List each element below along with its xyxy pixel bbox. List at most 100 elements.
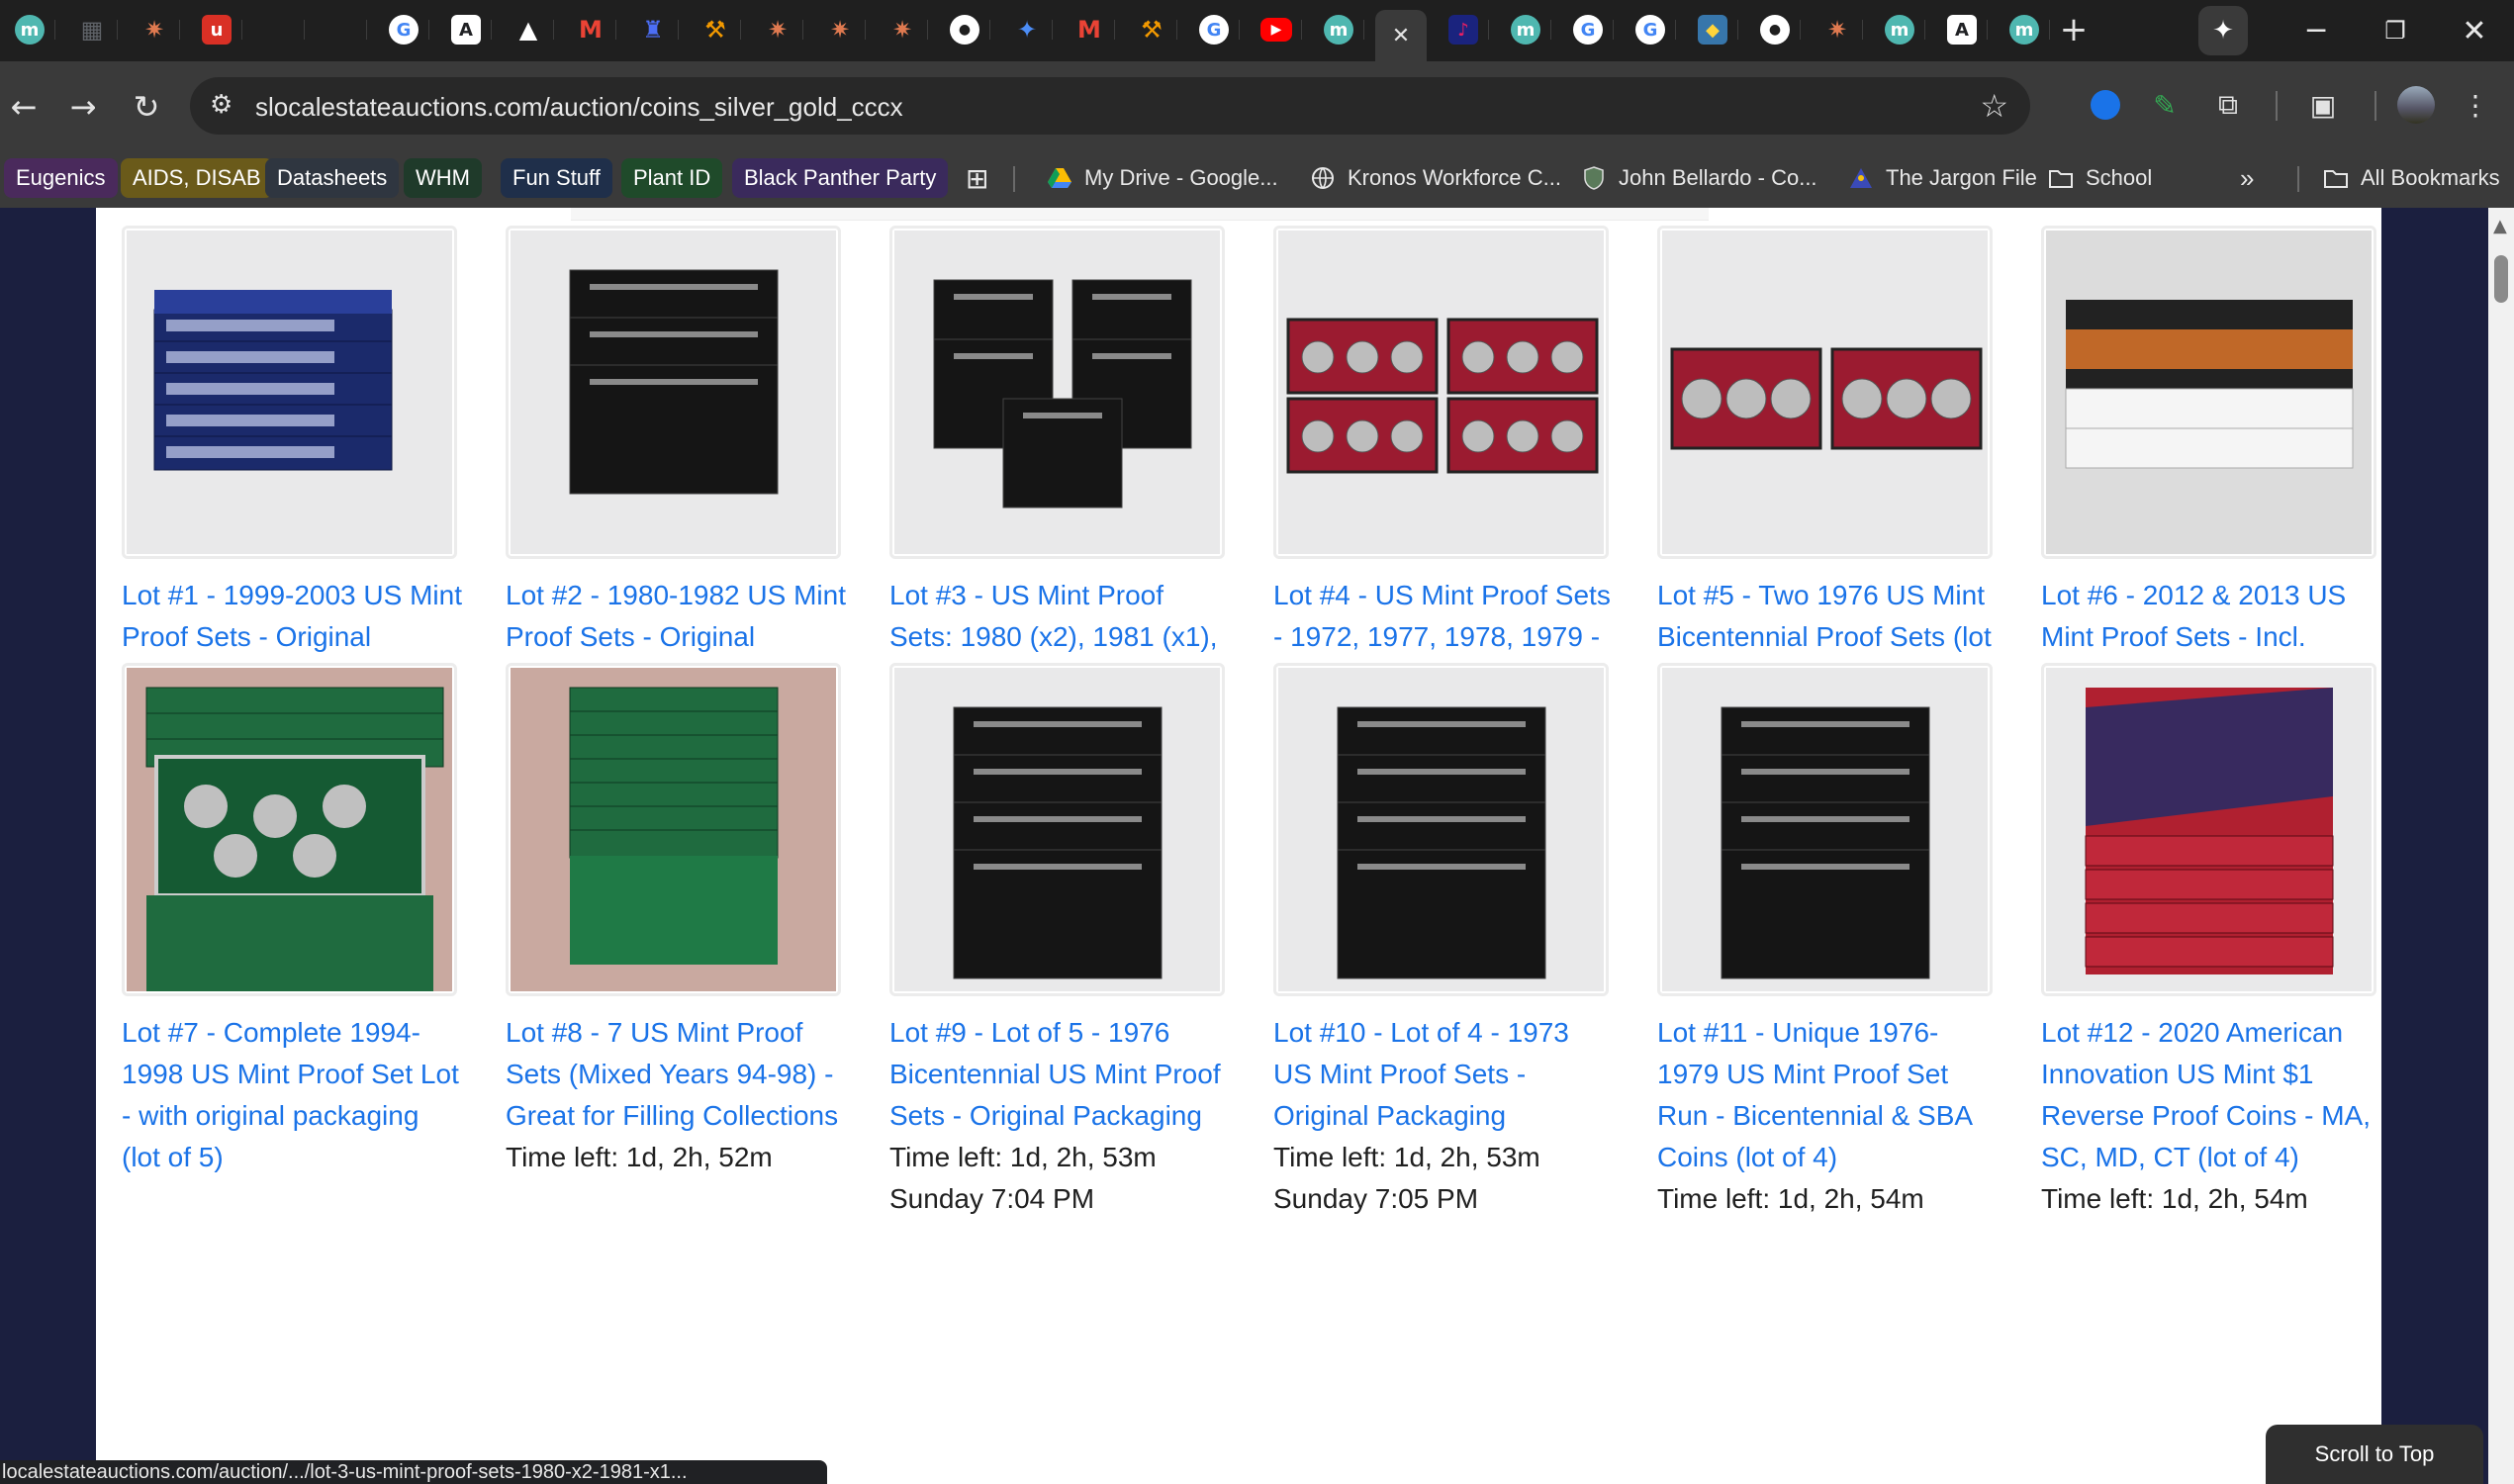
browser-tab[interactable]: ▲: [503, 10, 554, 49]
scrollbar[interactable]: ▲: [2488, 208, 2514, 1484]
back-button[interactable]: ←: [2, 85, 46, 129]
bookmark-link[interactable]: John Bellardo - Co...: [1567, 158, 1831, 198]
browser-tab[interactable]: G: [1562, 10, 1614, 49]
youtube-icon: ▶: [1260, 18, 1292, 42]
bookmark-folder[interactable]: Plant ID: [621, 158, 723, 198]
extension-pen-icon[interactable]: ✎: [2143, 83, 2187, 127]
browser-tab[interactable]: ●: [1749, 10, 1801, 49]
lot-thumbnail[interactable]: [2041, 226, 2376, 559]
lot-title-link[interactable]: Lot #11 - Unique 1976-1979 US Mint Proof…: [1657, 1012, 1999, 1178]
extension-shazam-icon[interactable]: [2084, 83, 2127, 127]
scroll-up-arrow-icon[interactable]: ▲: [2493, 216, 2507, 236]
lot-thumbnail[interactable]: [506, 663, 841, 996]
bookmark-folder[interactable]: AIDS, DISAB: [121, 158, 273, 198]
browser-tab[interactable]: ✷: [814, 10, 866, 49]
browser-tab[interactable]: ⚒: [690, 10, 741, 49]
lot-thumbnail[interactable]: [889, 226, 1225, 559]
forward-button[interactable]: →: [61, 85, 105, 129]
gmail-icon: M: [1077, 16, 1101, 44]
browser-tab[interactable]: G: [1188, 10, 1240, 49]
lot-thumbnail[interactable]: [122, 663, 457, 996]
browser-tab[interactable]: ●: [939, 10, 990, 49]
browser-tab[interactable]: ◆: [1687, 10, 1738, 49]
minimize-button[interactable]: ─: [2277, 0, 2356, 61]
tab-separator: [54, 20, 55, 40]
browser-tab[interactable]: ⚒: [1126, 10, 1177, 49]
browser-tab[interactable]: ✷: [877, 10, 928, 49]
coin-set-photo: [511, 668, 836, 991]
bookmark-link[interactable]: Kronos Workforce C...: [1296, 158, 1575, 198]
reload-button[interactable]: ↻: [125, 85, 168, 129]
lot-title-link[interactable]: Lot #9 - Lot of 5 - 1976 Bicentennial US…: [889, 1012, 1231, 1137]
toolbar-divider: [2374, 91, 2376, 121]
window-close-button[interactable]: ✕: [2435, 0, 2514, 61]
bookmarks-overflow-icon[interactable]: »: [2226, 158, 2268, 198]
lot-thumbnail[interactable]: [1657, 663, 1993, 996]
bookmark-link[interactable]: School: [2034, 158, 2166, 198]
browser-tab[interactable]: ✷: [752, 10, 803, 49]
browser-tab[interactable]: ▦: [66, 10, 118, 49]
bookmark-folder[interactable]: Fun Stuff: [501, 158, 612, 198]
new-tab-button[interactable]: +: [2048, 10, 2099, 49]
gemini-button[interactable]: ✦: [2198, 6, 2248, 55]
github-icon: ●: [950, 15, 979, 45]
scroll-to-top-button[interactable]: Scroll to Top: [2266, 1425, 2483, 1484]
lot-thumbnail[interactable]: [1657, 226, 1993, 559]
browser-tab[interactable]: ▶: [1251, 10, 1302, 49]
browser-tab[interactable]: M: [1064, 10, 1115, 49]
more-menu-icon[interactable]: ⋮: [2454, 83, 2497, 127]
lot-title-link[interactable]: Lot #7 - Complete 1994-1998 US Mint Proo…: [122, 1012, 463, 1178]
browser-tab[interactable]: m: [1313, 10, 1364, 49]
red-u-icon: u: [202, 15, 232, 45]
lot-title-link[interactable]: Lot #8 - 7 US Mint Proof Sets (Mixed Yea…: [506, 1012, 847, 1137]
lot-thumbnail[interactable]: [1273, 663, 1609, 996]
window-controls: ─ ❐ ✕: [2277, 0, 2514, 61]
restore-button[interactable]: ❐: [2356, 0, 2435, 61]
m-circle-icon: m: [1511, 15, 1540, 45]
tab-separator: [1862, 20, 1863, 40]
browser-tab[interactable]: G: [378, 10, 429, 49]
bookmark-folder[interactable]: Datasheets: [265, 158, 400, 198]
browser-tab[interactable]: ✦: [1001, 10, 1053, 49]
url-text[interactable]: slocalestateauctions.com/auction/coins_s…: [255, 92, 903, 123]
lot-thumbnail[interactable]: [506, 226, 841, 559]
lot-thumbnail[interactable]: [889, 663, 1225, 996]
lot-thumbnail[interactable]: [122, 226, 457, 559]
bookmark-link[interactable]: My Drive - Google...: [1033, 158, 1292, 198]
side-panel-icon[interactable]: ▣: [2301, 83, 2345, 127]
browser-tab[interactable]: [253, 10, 305, 49]
site-info-icon[interactable]: ⚙: [210, 90, 233, 120]
scrollbar-thumb[interactable]: [2494, 255, 2508, 303]
browser-tab[interactable]: ♪: [1438, 10, 1489, 49]
lot-title-link[interactable]: Lot #10 - Lot of 4 - 1973 US Mint Proof …: [1273, 1012, 1615, 1137]
browser-tab[interactable]: m: [1500, 10, 1551, 49]
lot-thumbnail[interactable]: [1273, 226, 1609, 559]
all-bookmarks[interactable]: All Bookmarks: [2309, 158, 2514, 198]
lot-title-link[interactable]: Lot #12 - 2020 American Innovation US Mi…: [2041, 1012, 2382, 1178]
browser-tab[interactable]: [316, 10, 367, 49]
browser-tab[interactable]: u: [191, 10, 242, 49]
tab-separator: [1737, 20, 1738, 40]
browser-tab[interactable]: ✷: [129, 10, 180, 49]
browser-tab[interactable]: m: [1999, 10, 2050, 49]
bookmark-star-icon[interactable]: ☆: [1980, 87, 2008, 125]
browser-tab[interactable]: A: [1936, 10, 1988, 49]
browser-tab[interactable]: G: [1625, 10, 1676, 49]
profile-avatar[interactable]: [2394, 83, 2438, 127]
lot-thumbnail[interactable]: [2041, 663, 2376, 996]
browser-tab[interactable]: ✷: [1812, 10, 1863, 49]
browser-tab[interactable]: A: [440, 10, 492, 49]
extensions-puzzle-icon[interactable]: ⧉: [2206, 83, 2250, 127]
browser-tab[interactable]: ✕: [1375, 10, 1427, 61]
apps-grid-icon[interactable]: ⊞: [952, 158, 1002, 198]
browser-tab[interactable]: m: [4, 10, 55, 49]
all-bookmarks-label: All Bookmarks: [2361, 165, 2500, 190]
bookmark-link[interactable]: The Jargon File: [1834, 158, 2051, 198]
bookmark-folder[interactable]: Black Panther Party: [732, 158, 949, 198]
address-bar[interactable]: ⚙ slocalestateauctions.com/auction/coins…: [190, 77, 2030, 135]
browser-tab[interactable]: M: [565, 10, 616, 49]
bookmark-folder[interactable]: Eugenics: [4, 158, 118, 198]
browser-tab[interactable]: m: [1874, 10, 1925, 49]
browser-tab[interactable]: ♜: [627, 10, 679, 49]
bookmark-folder[interactable]: WHM: [404, 158, 482, 198]
